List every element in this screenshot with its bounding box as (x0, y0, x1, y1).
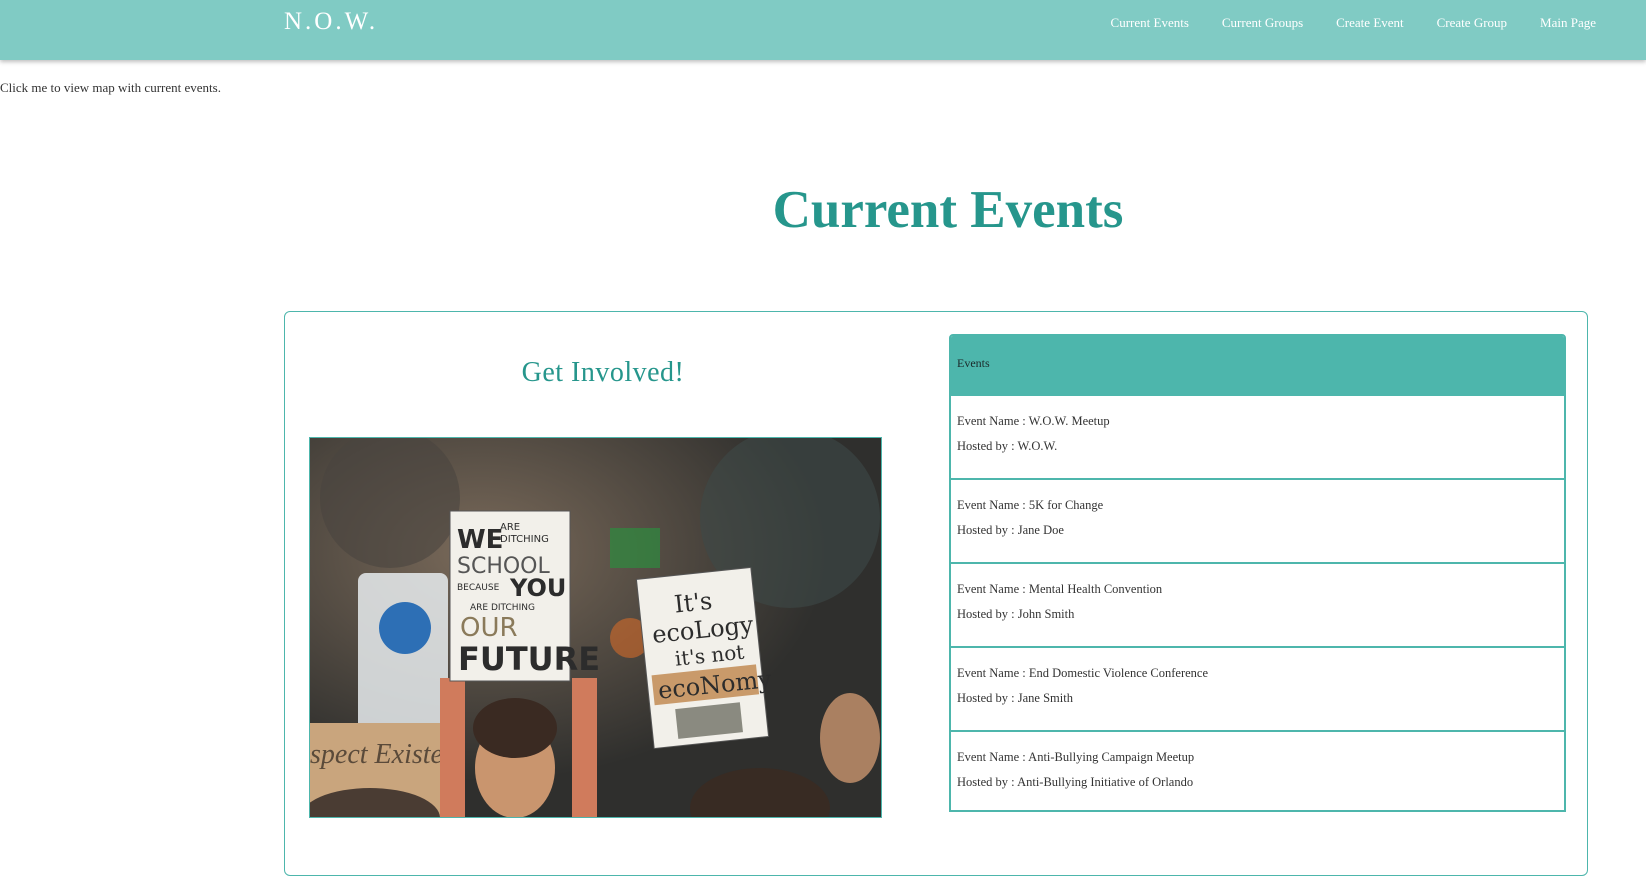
top-navbar: N.O.W. Current Events Current Groups Cre… (0, 0, 1646, 60)
event-host: Hosted by : Jane Smith (957, 691, 1073, 705)
nav-current-events[interactable]: Current Events (1111, 15, 1189, 31)
event-row[interactable]: Event Name : W.O.W. Meetup Hosted by : W… (951, 394, 1564, 478)
nav-create-group[interactable]: Create Group (1437, 15, 1507, 31)
svg-text:YOU: YOU (509, 574, 566, 602)
svg-text:FUTURE: FUTURE (458, 640, 600, 678)
page-title: Current Events (772, 181, 1124, 239)
partial-sign-text: spect Existen (310, 739, 457, 770)
events-card: Get Involved! spect Existen WE ARE DITCH… (284, 311, 1588, 876)
event-name: Event Name : End Domestic Violence Confe… (957, 666, 1209, 680)
nav-current-groups[interactable]: Current Groups (1222, 15, 1303, 31)
svg-text:DITCHING: DITCHING (500, 534, 549, 545)
protest-hero-image: spect Existen WE ARE DITCHING SCHOOL BEC… (309, 437, 882, 818)
nav-main-page[interactable]: Main Page (1540, 15, 1596, 31)
event-host: Hosted by : John Smith (957, 607, 1075, 621)
protest-photo: spect Existen WE ARE DITCHING SCHOOL BEC… (310, 438, 881, 817)
svg-text:BECAUSE: BECAUSE (457, 583, 500, 593)
svg-text:ARE: ARE (500, 522, 520, 533)
event-host: Hosted by : W.O.W. (957, 439, 1058, 453)
view-map-link[interactable]: Click me to view map with current events… (0, 80, 221, 96)
event-row[interactable]: Event Name : Mental Health Convention Ho… (951, 562, 1564, 646)
event-row[interactable]: Event Name : 5K for Change Hosted by : J… (951, 478, 1564, 562)
nav-links: Current Events Current Groups Create Eve… (1111, 15, 1596, 31)
event-name: Event Name : W.O.W. Meetup (957, 414, 1110, 428)
card-subtitle: Get Involved! (521, 357, 685, 388)
event-host: Hosted by : Anti-Bullying Initiative of … (957, 775, 1194, 789)
svg-text:WE: WE (457, 525, 503, 555)
event-name: Event Name : Mental Health Convention (957, 582, 1163, 596)
brand-logo[interactable]: N.O.W. (284, 8, 378, 36)
event-row[interactable]: Event Name : End Domestic Violence Confe… (951, 646, 1564, 730)
svg-text:ARE DITCHING: ARE DITCHING (470, 603, 535, 613)
event-host: Hosted by : Jane Doe (957, 523, 1064, 537)
events-list: Events Event Name : W.O.W. Meetup Hosted… (949, 334, 1566, 812)
nav-create-event[interactable]: Create Event (1336, 15, 1404, 31)
event-name: Event Name : 5K for Change (957, 498, 1104, 512)
svg-text:It's: It's (673, 587, 714, 619)
event-row[interactable]: Event Name : Anti-Bullying Campaign Meet… (951, 730, 1564, 810)
events-header: Events (951, 336, 1564, 394)
svg-text:OUR: OUR (460, 613, 518, 643)
event-name: Event Name : Anti-Bullying Campaign Meet… (957, 750, 1195, 764)
